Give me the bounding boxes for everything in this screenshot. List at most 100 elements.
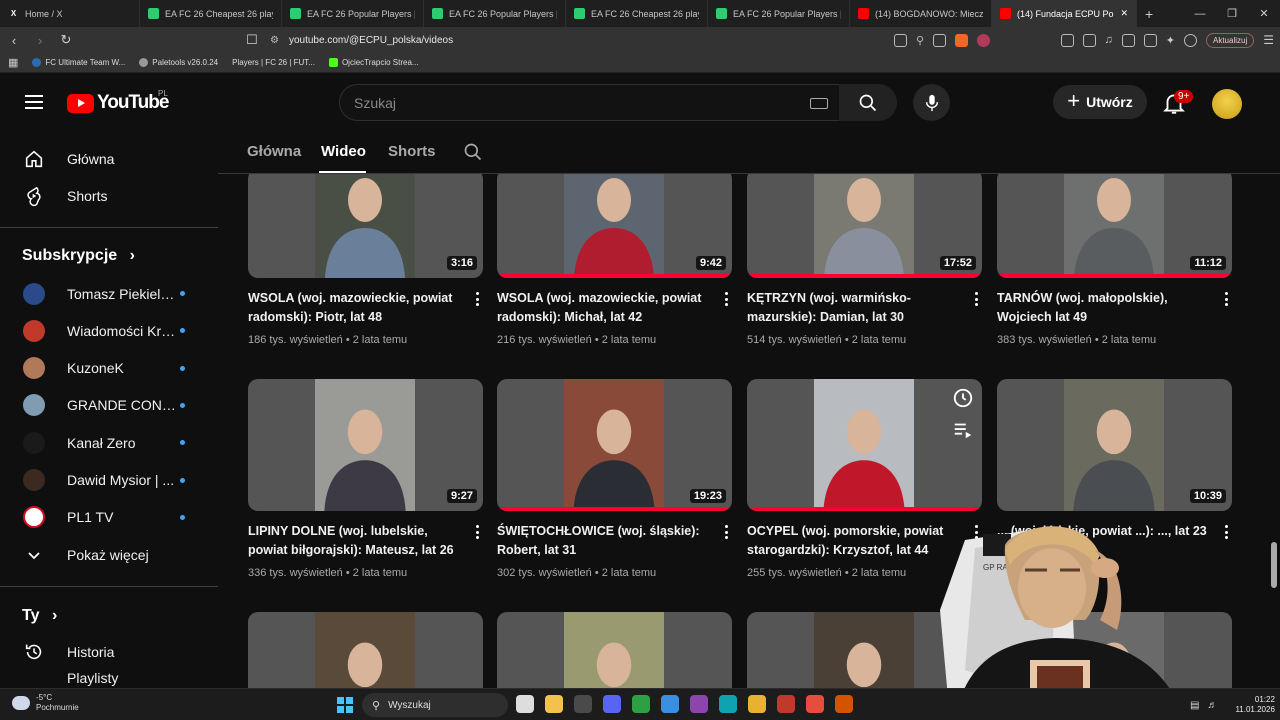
scrollbar-thumb[interactable] [1271,542,1277,588]
more-options-icon[interactable] [1224,292,1228,306]
more-options-icon[interactable] [1224,525,1228,539]
video-thumbnail[interactable] [747,379,982,511]
ai-icon[interactable]: ✦ [1166,34,1175,47]
sidebar-item-history[interactable]: Historia [0,633,218,670]
taskbar-app-icon[interactable] [748,695,766,713]
youtube-logo[interactable]: YouTube [67,92,169,114]
close-tab-icon[interactable]: ✕ [1120,8,1128,19]
taskbar-app-icon[interactable] [835,695,853,713]
user-avatar[interactable] [1212,89,1242,119]
taskbar-app-icon[interactable] [632,695,650,713]
cast-icon[interactable] [893,33,907,47]
more-options-icon[interactable] [475,292,479,306]
sidebar-item-playlists[interactable]: Playlisty [0,670,218,688]
voice-search-button[interactable] [913,84,950,121]
video-thumbnail[interactable]: 9:27 [248,379,483,511]
volume-icon[interactable]: ♬ [1207,700,1217,711]
more-options-icon[interactable] [974,525,978,539]
rewards-icon[interactable] [977,33,990,47]
taskbar-app-icon[interactable] [603,695,621,713]
music-icon[interactable]: ♫ [1105,34,1113,46]
clock[interactable]: 01:22 11.01.2026 [1235,695,1274,715]
update-button[interactable]: Aktualizuj [1205,32,1255,48]
back-icon[interactable]: ‹ [6,33,22,48]
page-scrollbar[interactable] [1268,174,1280,688]
video-thumbnail[interactable] [997,612,1232,688]
apps-grid-icon[interactable]: ▦ [8,56,18,69]
subscription-item[interactable]: GRANDE CONNE... [0,387,218,424]
share-icon[interactable] [933,33,946,47]
close-window-icon[interactable]: ✕ [1248,0,1280,27]
reading-list-icon[interactable] [1121,33,1135,47]
new-tab-button[interactable]: + [1145,6,1153,22]
url-field[interactable]: ⚙ youtube.com/@ECPU_polska/videos ⚲ [270,30,990,50]
tab-shorts[interactable]: Shorts [388,143,436,160]
video-title[interactable]: ... (woj. łódzkie, powiat ...): ..., lat… [997,522,1207,541]
search-input[interactable] [354,94,794,111]
show-more-button[interactable]: Pokaż więcej [0,536,218,573]
taskbar-app-icon[interactable] [806,695,824,713]
browser-tab[interactable]: EA FC 26 Popular Players | FUT [708,0,850,27]
video-thumbnail[interactable] [747,612,982,688]
video-title[interactable]: TARNÓW (woj. małopolskie), Wojciech lat … [997,289,1207,327]
video-thumbnail[interactable] [497,612,732,688]
sidebar-item-shorts[interactable]: Shorts [0,177,218,214]
video-thumbnail[interactable]: 3:16 [248,174,483,278]
search-button[interactable] [839,84,897,121]
more-options-icon[interactable] [724,292,728,306]
video-thumbnail[interactable]: 11:12 [997,174,1232,278]
add-to-queue-icon[interactable] [952,419,974,441]
video-title[interactable]: WSOLA (woj. mazowieckie, powiat radomski… [248,289,458,327]
video-title[interactable]: OCYPEL (woj. pomorskie, powiat starogard… [747,522,957,560]
windows-start-icon[interactable] [337,697,353,713]
browser-tab[interactable]: EA FC 26 Popular Players | FUT [424,0,566,27]
video-thumbnail[interactable]: 17:52 [747,174,982,278]
watch-later-icon[interactable] [952,387,974,409]
reload-icon[interactable]: ↻ [58,32,74,48]
bookmark-item[interactable]: Paletools v26.0.24 [139,58,218,67]
taskbar-app-icon[interactable] [545,695,563,713]
menu-icon[interactable]: ☰ [1263,33,1274,47]
sidebar-item-home[interactable]: Główna [0,140,218,177]
tab-videos[interactable]: Wideo [321,143,366,160]
vpn-icon[interactable] [1183,33,1197,47]
video-thumbnail[interactable] [248,612,483,688]
brave-shield-icon[interactable] [955,33,968,47]
taskbar-search[interactable]: ⚲ Wyszukaj [362,693,508,717]
forward-icon[interactable]: › [32,33,48,48]
bookmark-item[interactable]: OjciecTrapcio Strea... [328,58,419,67]
browser-tab[interactable]: X Home / X [0,0,140,27]
video-title[interactable]: ŚWIĘTOCHŁOWICE (woj. śląskie): Robert, l… [497,522,707,560]
channel-search-icon[interactable] [463,142,483,162]
weather-widget[interactable]: -5°C Pochmurnie [12,693,79,713]
taskbar-app-icon[interactable] [516,695,534,713]
subscription-item[interactable]: Tomasz Piekielnik [0,275,218,312]
tab-home[interactable]: Główna [247,143,301,160]
subscription-item[interactable]: Kanał Zero [0,424,218,461]
browser-tab[interactable]: EA FC 26 Popular Players | FUT [282,0,424,27]
sidebar-toggle-icon[interactable] [1082,33,1096,47]
video-title[interactable]: LIPINY DOLNE (woj. lubelskie, powiat bił… [248,522,458,560]
hamburger-menu-icon[interactable] [25,95,43,109]
restore-icon[interactable]: ❐ [1216,0,1248,27]
video-title[interactable]: WSOLA (woj. mazowieckie, powiat radomski… [497,289,707,327]
subscription-item[interactable]: Dawid Mysior | ... [0,462,218,499]
bookmark-item[interactable]: FC Ultimate Team W... [32,58,125,67]
taskbar-app-icon[interactable] [690,695,708,713]
minimize-icon[interactable]: — [1184,0,1216,27]
subscription-item[interactable]: Wiadomości Kry... [0,312,218,349]
you-heading[interactable]: Ty › [22,607,57,625]
site-info-icon[interactable]: ⚙ [270,35,279,46]
more-options-icon[interactable] [475,525,479,539]
bookmark-item[interactable]: Players | FC 26 | FUT... [232,58,315,67]
video-title[interactable]: KĘTRZYN (woj. warmińsko-mazurskie): Dami… [747,289,957,327]
bookmark-icon[interactable]: ☐ [244,32,260,48]
video-thumbnail[interactable]: 10:39 [997,379,1232,511]
subscription-item[interactable]: KuzoneK [0,350,218,387]
browser-tab[interactable]: (14) BOGDANOWO: Mieczysła [850,0,992,27]
create-button[interactable]: + Utwórz [1053,85,1147,119]
browser-tab[interactable]: (14) Fundacja ECPU Polsk ✕ [992,0,1137,27]
subscriptions-heading[interactable]: Subskrypcje › [22,247,135,265]
more-options-icon[interactable] [724,525,728,539]
network-icon[interactable]: ▤ [1190,700,1199,711]
